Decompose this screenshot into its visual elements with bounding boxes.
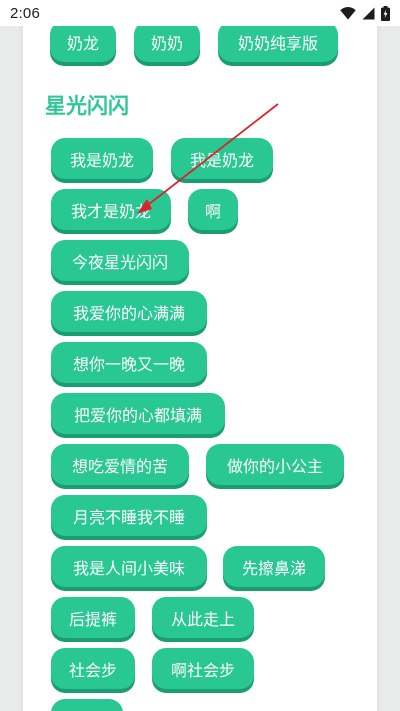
sound-button-label: 我是人间小美味 — [72, 558, 185, 578]
sound-button-label: 后提裤 — [68, 609, 117, 629]
status-bar: 2:06 — [0, 0, 400, 26]
cellular-signal-icon — [362, 7, 375, 20]
sound-button[interactable]: 我是奶龙 — [51, 138, 153, 179]
sound-button-label: 奶奶 — [150, 33, 183, 53]
sound-button[interactable]: 啊 — [188, 189, 238, 230]
sound-button[interactable]: 今夜星光闪闪 — [51, 240, 189, 281]
status-time: 2:06 — [10, 4, 40, 22]
sound-button-nainai[interactable]: 奶奶 — [134, 21, 200, 62]
sound-button-label: 奶奶纯享版 — [237, 33, 318, 53]
battery-charging-icon — [381, 5, 390, 21]
sound-button-label: 啊社会步 — [170, 660, 235, 680]
sound-button-label: 我才是奶龙 — [70, 201, 151, 221]
sound-button[interactable]: 我是奶龙 — [171, 138, 273, 179]
section-title: 星光闪闪 — [45, 94, 129, 118]
sound-button[interactable] — [51, 699, 123, 711]
sound-button-label: 社会步 — [68, 660, 117, 680]
sound-button[interactable]: 后提裤 — [51, 597, 135, 638]
sound-button-label: 我是奶龙 — [69, 150, 134, 170]
sound-button-label: 我是奶龙 — [189, 150, 254, 170]
sound-button-label: 奶龙 — [66, 33, 99, 53]
sound-board-card[interactable]: 奶龙 奶奶 奶奶纯享版 星光闪闪 我是奶龙 我是奶龙 我才是奶龙 啊 今夜星光闪… — [23, 0, 377, 711]
sound-button[interactable]: 做你的小公主 — [206, 444, 344, 485]
sound-button-label: 想吃爱情的苦 — [71, 456, 168, 476]
sound-button[interactable]: 从此走上 — [152, 597, 254, 638]
sound-button-label: 啊 — [204, 201, 221, 221]
sound-button[interactable]: 我才是奶龙 — [51, 189, 171, 230]
sound-button-label: 我爱你的心满满 — [72, 303, 185, 323]
sound-button[interactable]: 先擦鼻涕 — [223, 546, 325, 587]
sound-button-nailong[interactable]: 奶龙 — [50, 21, 116, 62]
sound-button[interactable]: 社会步 — [51, 648, 135, 689]
sound-button-label: 做你的小公主 — [226, 456, 323, 476]
sound-button-label: 今夜星光闪闪 — [71, 252, 168, 272]
sound-button[interactable]: 想你一晚又一晚 — [51, 342, 207, 383]
wifi-icon — [340, 6, 356, 20]
sound-button[interactable]: 我是人间小美味 — [51, 546, 207, 587]
status-icons — [340, 5, 390, 21]
sound-button-label: 月亮不睡我不睡 — [72, 507, 185, 527]
sound-button-label: 从此走上 — [170, 609, 235, 629]
sound-button[interactable]: 啊社会步 — [152, 648, 254, 689]
sound-button[interactable]: 我爱你的心满满 — [51, 291, 207, 332]
sound-button[interactable]: 想吃爱情的苦 — [51, 444, 189, 485]
sound-button-nainai-pure[interactable]: 奶奶纯享版 — [218, 21, 338, 62]
sound-button[interactable]: 月亮不睡我不睡 — [51, 495, 207, 536]
sound-button-label: 先擦鼻涕 — [241, 558, 306, 578]
sound-button-label: 想你一晚又一晚 — [72, 354, 185, 374]
sound-button[interactable]: 把爱你的心都填满 — [51, 393, 225, 434]
sound-button-label: 把爱你的心都填满 — [73, 405, 202, 425]
